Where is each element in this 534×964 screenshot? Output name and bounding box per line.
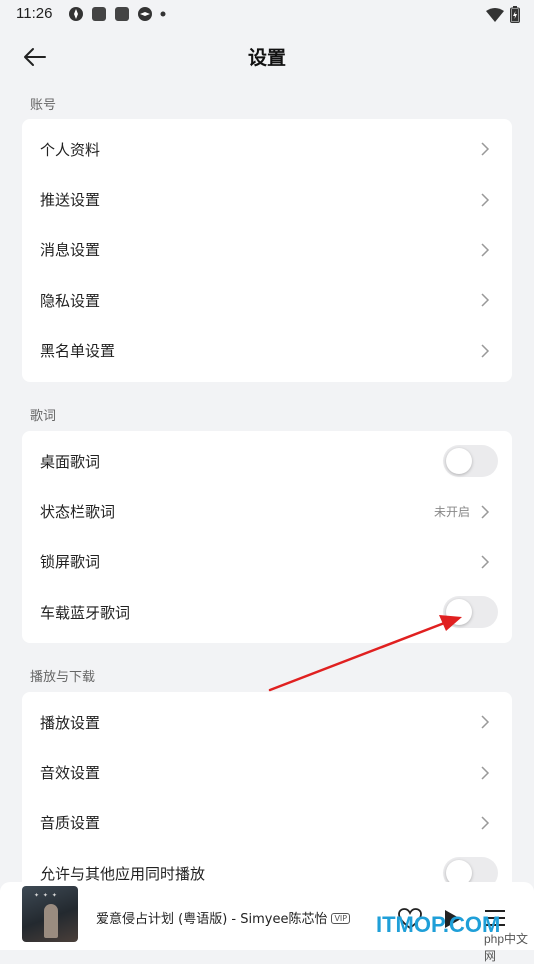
settings-row-profile[interactable]: 个人资料 — [22, 124, 512, 174]
settings-row-sound-quality[interactable]: 音质设置 — [22, 798, 512, 848]
settings-row-blacklist[interactable]: 黑名单设置 — [22, 326, 512, 376]
app-square-icon — [92, 7, 106, 21]
page-title: 设置 — [247, 47, 286, 69]
settings-row-desktop-lyrics[interactable]: 桌面歌词 — [22, 436, 512, 486]
chevron-right-icon — [481, 715, 490, 729]
row-label: 音质设置 — [40, 814, 101, 833]
album-art[interactable]: ✦ ✦ ✦ — [22, 886, 78, 942]
section-label-account: 账号 — [30, 98, 57, 113]
lyrics-card: 桌面歌词 状态栏歌词 未开启 锁屏歌词 车载蓝牙歌词 — [22, 431, 512, 643]
chevron-right-icon — [481, 293, 490, 307]
toggle-knob — [446, 448, 472, 475]
app-notification-icon — [69, 7, 83, 21]
wifi-icon — [486, 7, 504, 22]
settings-row-statusbar-lyrics[interactable]: 状态栏歌词 未开启 — [22, 486, 512, 536]
settings-row-message[interactable]: 消息设置 — [22, 225, 512, 275]
status-time: 11:26 — [16, 5, 53, 22]
row-label: 黑名单设置 — [40, 342, 116, 361]
row-label: 推送设置 — [40, 191, 101, 210]
section-label-playback: 播放与下载 — [30, 670, 96, 685]
chevron-right-icon — [481, 505, 490, 519]
row-label: 锁屏歌词 — [40, 553, 101, 572]
chevron-right-icon — [481, 193, 490, 207]
settings-row-car-bluetooth-lyrics[interactable]: 车载蓝牙歌词 — [22, 587, 512, 637]
chevron-right-icon — [481, 344, 490, 358]
vip-badge: VIP — [331, 913, 351, 924]
chevron-right-icon — [481, 816, 490, 830]
row-label: 音效设置 — [40, 764, 101, 783]
row-value: 未开启 — [433, 505, 470, 520]
dot-icon — [160, 11, 166, 17]
status-bar: 11:26 — [0, 0, 534, 30]
toggle-knob — [446, 599, 472, 626]
status-system-icons — [486, 6, 520, 23]
app-notification-icon — [138, 7, 152, 21]
watermark-sub: php中文网 — [484, 932, 529, 963]
account-card: 个人资料 推送设置 消息设置 隐私设置 黑名单设置 — [22, 119, 512, 382]
row-label: 播放设置 — [40, 713, 101, 732]
chevron-right-icon — [481, 766, 490, 780]
battery-icon — [510, 6, 520, 23]
section-label-lyrics: 歌词 — [30, 409, 57, 424]
album-art-decoration: ✦ ✦ ✦ — [34, 892, 58, 899]
row-label: 隐私设置 — [40, 291, 101, 310]
album-art-figure — [44, 904, 58, 938]
chevron-right-icon — [481, 243, 490, 257]
row-label: 个人资料 — [40, 140, 101, 159]
row-label: 消息设置 — [40, 241, 101, 260]
desktop-lyrics-toggle[interactable] — [443, 445, 498, 478]
status-notification-icons — [68, 6, 166, 22]
row-label: 状态栏歌词 — [40, 503, 116, 522]
car-bluetooth-lyrics-toggle[interactable] — [443, 596, 498, 629]
app-square-icon — [115, 7, 129, 21]
row-label: 桌面歌词 — [40, 452, 101, 471]
chevron-right-icon — [481, 142, 490, 156]
top-bar: 设置 — [0, 30, 534, 84]
row-label: 允许与其他应用同时播放 — [40, 864, 206, 883]
settings-row-playback[interactable]: 播放设置 — [22, 697, 512, 747]
chevron-right-icon — [481, 555, 490, 569]
track-title: 爱意侵占计划 (粤语版) - Simyee陈芯怡 VIP — [96, 908, 351, 927]
settings-row-privacy[interactable]: 隐私设置 — [22, 275, 512, 325]
track-name: 爱意侵占计划 (粤语版) - Simyee陈芯怡 — [96, 912, 328, 927]
watermark-text: ITMOP.COM — [376, 912, 501, 937]
settings-row-push[interactable]: 推送设置 — [22, 174, 512, 224]
playback-card: 播放设置 音效设置 音质设置 允许与其他应用同时播放 — [22, 692, 512, 897]
row-label: 车载蓝牙歌词 — [40, 603, 131, 622]
settings-row-lockscreen-lyrics[interactable]: 锁屏歌词 — [22, 537, 512, 587]
settings-row-sound-effects[interactable]: 音效设置 — [22, 747, 512, 797]
